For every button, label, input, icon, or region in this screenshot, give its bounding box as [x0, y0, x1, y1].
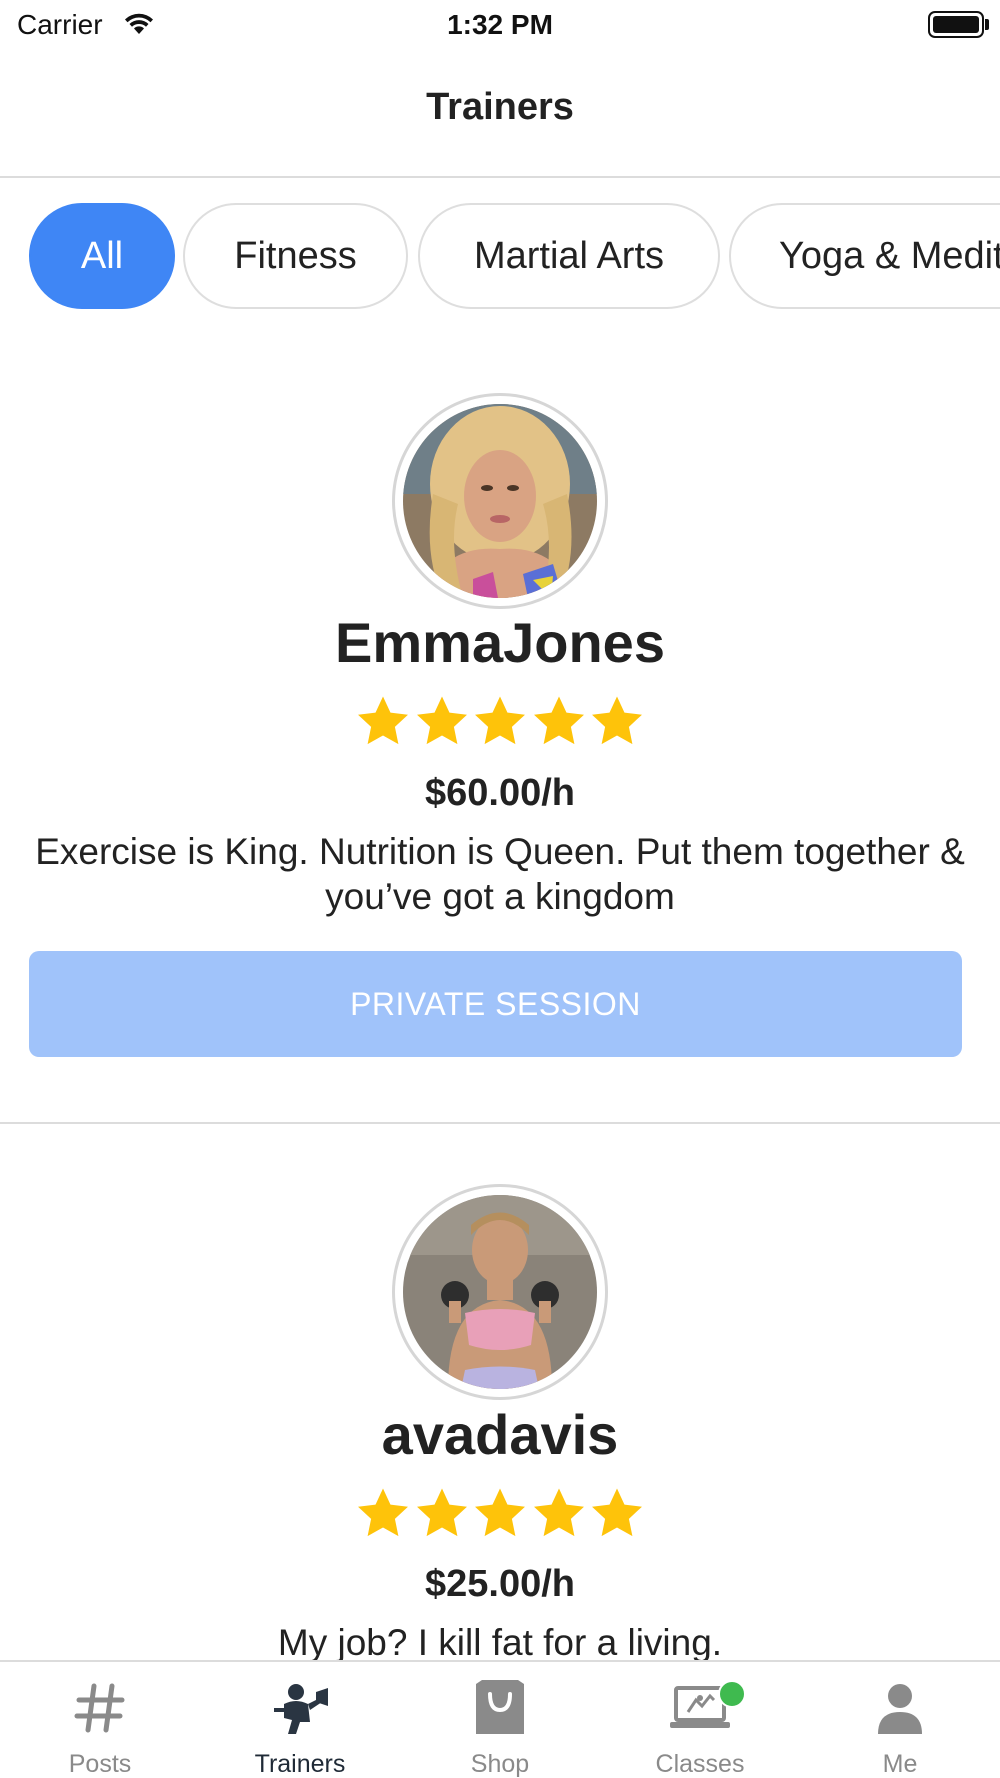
star-icon: [358, 1488, 408, 1537]
tab-label: Me: [882, 1750, 918, 1778]
rating-stars: [355, 1485, 645, 1541]
filter-chip-fitness[interactable]: Fitness: [183, 203, 408, 309]
tab-shop[interactable]: Shop: [400, 1662, 600, 1778]
hourly-price: $25.00/h: [425, 1563, 575, 1605]
tab-label: Posts: [68, 1750, 132, 1778]
hashtag-icon: [74, 1683, 125, 1733]
battery-icon: [928, 11, 984, 38]
star-icon: [592, 696, 642, 745]
star-icon: [416, 696, 467, 745]
status-bar: Carrier 1:32 PM: [0, 0, 1000, 50]
filter-chip-martial-arts[interactable]: Martial Arts: [418, 203, 720, 309]
tab-label: Trainers: [254, 1750, 346, 1778]
star-icon: [416, 1488, 467, 1537]
avatar: [403, 1195, 597, 1389]
trainer-name: avadavis: [381, 1403, 619, 1466]
star-icon: [592, 1488, 642, 1537]
person-icon: [878, 1684, 922, 1734]
filter-chip-yoga-meditation[interactable]: Yoga & Medit: [729, 203, 1000, 309]
private-session-button[interactable]: PRIVATE SESSION: [29, 951, 962, 1057]
avatar: [403, 404, 597, 598]
trainer-bio: My job? I kill fat for a living.: [277, 1622, 723, 1663]
shopping-bag-icon: [476, 1680, 524, 1734]
category-filter-bar[interactable]: All Fitness Martial Arts Yoga & Medit: [0, 203, 1000, 309]
trainer-avatar-frame[interactable]: [392, 1184, 608, 1400]
trainer-bio: Exercise is King. Nutrition is Queen. Pu…: [35, 831, 965, 917]
trainer-avatar-frame[interactable]: [392, 393, 608, 609]
tab-trainers[interactable]: Trainers: [200, 1662, 400, 1778]
battery-tip: [985, 19, 989, 30]
notification-badge: [718, 1680, 746, 1708]
tab-label: Classes: [655, 1750, 745, 1778]
star-icon: [533, 696, 584, 745]
bottom-tab-bar: Posts Trainers Shop Classes Me: [0, 1660, 1000, 1778]
star-icon: [475, 1488, 525, 1537]
tab-me[interactable]: Me: [800, 1662, 1000, 1778]
trainer-name: EmmaJones: [335, 611, 665, 674]
trainer-icon: [274, 1684, 328, 1734]
filter-chip-all[interactable]: All: [29, 203, 175, 309]
header-divider: [0, 176, 1000, 178]
rating-stars: [355, 693, 645, 749]
tab-posts[interactable]: Posts: [0, 1662, 200, 1778]
tab-label: Shop: [470, 1750, 530, 1778]
page-title: Trainers: [426, 86, 574, 128]
star-icon: [533, 1488, 584, 1537]
star-icon: [475, 696, 525, 745]
clock-time: 1:32 PM: [447, 9, 553, 40]
card-divider: [0, 1122, 1000, 1124]
tab-classes[interactable]: Classes: [600, 1662, 800, 1778]
hourly-price: $60.00/h: [425, 772, 575, 814]
star-icon: [358, 696, 408, 745]
